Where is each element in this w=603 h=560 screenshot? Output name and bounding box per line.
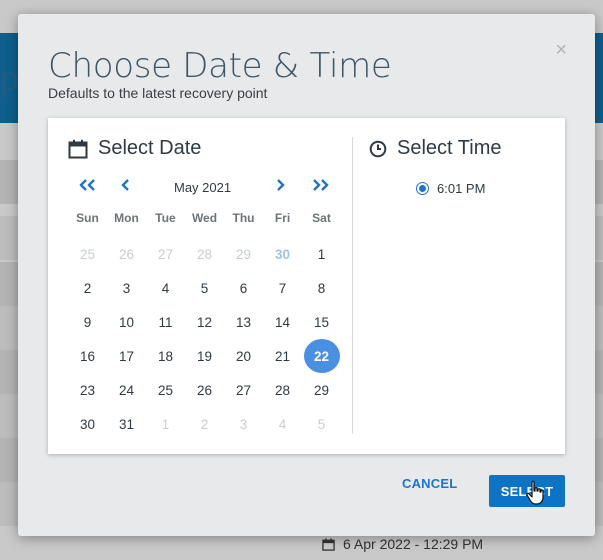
weekday-header: Sat (312, 211, 331, 225)
calendar-day: 2 (200, 416, 209, 432)
calendar-day[interactable]: 30 (265, 237, 301, 271)
calendar-day[interactable]: 2 (70, 271, 106, 305)
calendar-day[interactable]: 25 (148, 373, 184, 407)
calendar-day[interactable]: 5 (187, 271, 223, 305)
section-divider (352, 137, 353, 434)
chevron-right-icon (277, 179, 285, 191)
cancel-button[interactable]: CANCEL (402, 476, 457, 491)
select-time-label: Select Time (397, 137, 502, 159)
weekday-header: Tue (155, 211, 176, 225)
calendar-day[interactable]: 16 (70, 339, 106, 373)
calendar-day[interactable]: 24 (109, 373, 145, 407)
clock-icon (369, 140, 387, 157)
hand-pointer-icon (526, 480, 544, 505)
calendar-day[interactable]: 28 (265, 373, 301, 407)
double-chevron-left-icon (79, 179, 95, 191)
calendar-day[interactable]: 12 (187, 305, 223, 339)
calendar-day: 29 (235, 246, 252, 262)
bg-footer-date-text: 6 Apr 2022 - 12:29 PM (343, 536, 484, 552)
radio-selected-icon[interactable] (416, 182, 429, 195)
calendar-day[interactable]: 18 (148, 339, 184, 373)
calendar-day: 27 (157, 246, 174, 262)
calendar-day[interactable]: 31 (109, 407, 145, 441)
calendar-day[interactable]: 10 (109, 305, 145, 339)
calendar-day[interactable]: 19 (187, 339, 223, 373)
prev-year-button[interactable] (78, 178, 98, 197)
next-year-button[interactable] (310, 178, 330, 197)
calendar-day[interactable]: 9 (70, 305, 106, 339)
month-label[interactable]: May 2021 (174, 180, 231, 195)
calendar-icon (322, 537, 335, 551)
calendar-day[interactable]: 15 (304, 305, 340, 339)
date-time-dialog: × Choose Date & Time Defaults to the lat… (18, 14, 595, 536)
select-date-heading: Select Date (68, 137, 201, 160)
calendar-day: 3 (239, 416, 248, 432)
calendar-day[interactable]: 3 (109, 271, 145, 305)
double-chevron-right-icon (313, 179, 329, 191)
select-time-heading: Select Time (369, 137, 501, 160)
select-date-label: Select Date (98, 137, 202, 159)
weekday-header: Wed (191, 211, 218, 225)
chevron-left-icon (121, 179, 129, 191)
calendar-day[interactable]: 14 (265, 305, 301, 339)
weekday-header: Thu (232, 211, 255, 225)
dialog-subtitle: Defaults to the latest recovery point (48, 85, 268, 101)
calendar-day[interactable]: 27 (226, 373, 262, 407)
calendar-icon (68, 139, 88, 158)
prev-month-button[interactable] (120, 178, 132, 197)
calendar-day[interactable]: 20 (226, 339, 262, 373)
calendar-day[interactable]: 30 (70, 407, 106, 441)
calendar-day[interactable]: 11 (148, 305, 184, 339)
calendar-day: 5 (317, 416, 326, 432)
calendar-grid: Sun Mon Tue Wed Thu Fri Sat 25 26 27 28 29 30 1 2 3 4 5 6 7… (68, 203, 341, 441)
calendar-day: 1 (161, 416, 170, 432)
calendar-day: 25 (79, 246, 96, 262)
calendar-day[interactable]: 23 (70, 373, 106, 407)
calendar-day[interactable]: 29 (304, 373, 340, 407)
calendar-day[interactable]: 13 (226, 305, 262, 339)
calendar-day: 4 (278, 416, 287, 432)
weekday-header: Sun (76, 211, 99, 225)
weekday-header: Fri (274, 211, 291, 225)
calendar-day[interactable]: 7 (265, 271, 301, 305)
calendar-day-selected[interactable]: 22 (303, 339, 340, 373)
calendar-day: 28 (196, 246, 213, 262)
calendar-day[interactable]: 21 (265, 339, 301, 373)
picker-panel: Select Date May 2021 Sun Mon Tue Wed Thu… (48, 118, 565, 454)
next-month-button[interactable] (274, 178, 286, 197)
time-option[interactable]: 6:01 PM (416, 181, 485, 196)
bg-footer-date: 6 Apr 2022 - 12:29 PM (322, 536, 483, 552)
weekday-header: Mon (114, 211, 139, 225)
calendar-day[interactable]: 26 (187, 373, 223, 407)
calendar-day[interactable]: 1 (304, 237, 340, 271)
calendar-day[interactable]: 17 (109, 339, 145, 373)
dialog-title: Choose Date & Time (48, 46, 392, 86)
close-icon[interactable]: × (555, 40, 567, 60)
calendar-day[interactable]: 6 (226, 271, 262, 305)
time-option-label: 6:01 PM (437, 181, 486, 196)
calendar-day[interactable]: 4 (148, 271, 184, 305)
calendar-day: 26 (118, 246, 135, 262)
calendar-day[interactable]: 8 (304, 271, 340, 305)
